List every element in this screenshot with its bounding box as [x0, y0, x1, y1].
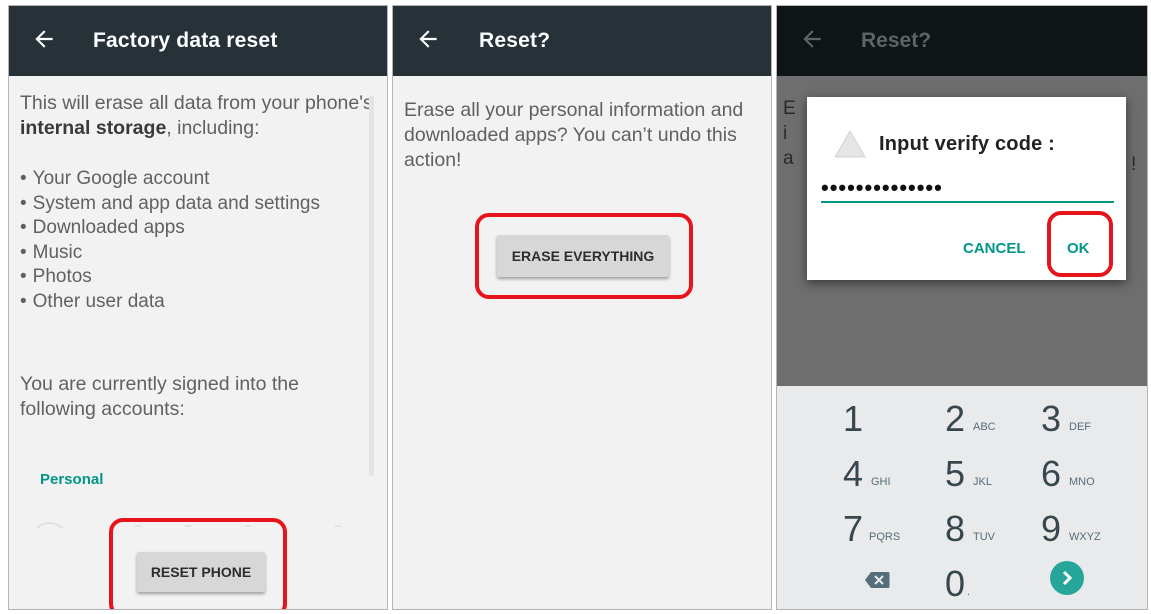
- key-4[interactable]: 4 GHI: [843, 446, 953, 496]
- highlight-box: [1047, 211, 1113, 277]
- list-item: Downloaded apps: [20, 216, 320, 241]
- key-6[interactable]: 6 MNO: [1041, 446, 1147, 496]
- accounts-text: You are currently signed into the follow…: [20, 373, 299, 420]
- key-0[interactable]: 0.: [945, 556, 1055, 606]
- app-bar: Reset?: [393, 6, 771, 76]
- list-item: Music: [20, 241, 320, 266]
- factory-data-reset-screen: Factory data reset This will erase all d…: [8, 5, 388, 610]
- go-arrow-icon[interactable]: [1050, 561, 1084, 595]
- highlight-box: [109, 518, 287, 609]
- warning-icon: [834, 129, 866, 158]
- section-label-personal: Personal: [40, 471, 104, 488]
- confirm-message: Erase all your personal information and …: [404, 99, 744, 171]
- key-9[interactable]: 9 WXYZ: [1041, 501, 1147, 551]
- key-1[interactable]: 1: [843, 391, 953, 441]
- page-title: Reset?: [479, 29, 551, 52]
- key-2[interactable]: 2 ABC: [945, 391, 1055, 441]
- verify-code-dialog: Input verify code : •••••••••••••• CANCE…: [807, 97, 1126, 280]
- key-8[interactable]: 8 TUV: [945, 501, 1055, 551]
- app-bar: Factory data reset: [9, 6, 387, 76]
- app-bar: Reset?: [777, 6, 1147, 76]
- list-item: Other user data: [20, 290, 320, 315]
- numeric-keypad: 1 2 ABC 3 DEF 4 GHI 5 JKL 6 MNO 7 PQRS 8 TUV 9W…: [777, 386, 1147, 609]
- erase-items-list: Your Google account System and app data …: [20, 167, 320, 315]
- back-arrow-icon[interactable]: [31, 26, 57, 52]
- back-arrow-icon[interactable]: [415, 26, 441, 52]
- list-item: Your Google account: [20, 167, 320, 192]
- verify-code-input[interactable]: ••••••••••••••: [821, 175, 943, 201]
- page-title: Factory data reset: [93, 29, 278, 52]
- key-5[interactable]: 5 JKL: [945, 446, 1055, 496]
- list-item: Photos: [20, 265, 320, 290]
- page-title: Reset?: [861, 29, 932, 52]
- obscured-text: Eia: [783, 98, 796, 169]
- back-arrow-icon: [803, 30, 821, 48]
- highlight-box: [475, 213, 693, 299]
- obscured-text: !: [1131, 154, 1137, 175]
- input-underline: [821, 201, 1114, 203]
- cancel-button[interactable]: CANCEL: [963, 240, 1026, 257]
- intro-text: This will erase all data from your phone…: [20, 92, 373, 139]
- reset-confirm-screen: Reset? Erase all your personal informati…: [392, 5, 772, 610]
- list-item: System and app data and settings: [20, 192, 320, 217]
- dialog-title: Input verify code :: [879, 133, 1056, 155]
- key-3[interactable]: 3 DEF: [1041, 391, 1147, 441]
- key-7[interactable]: 7 PQRS: [843, 501, 953, 551]
- verify-code-screen: Reset? Eia ! Input verify code : •••••••…: [776, 5, 1148, 610]
- backspace-icon[interactable]: [864, 571, 890, 589]
